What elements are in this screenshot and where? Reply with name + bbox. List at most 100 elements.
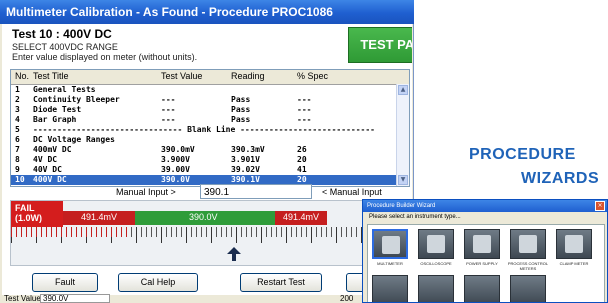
row-title: Diode Test bbox=[33, 105, 82, 114]
row-title: 40V DC bbox=[33, 165, 62, 174]
table-row[interactable]: 4 Bar Graph --- Pass --- bbox=[11, 115, 397, 125]
reading-pointer-icon bbox=[227, 247, 241, 261]
test-grid[interactable]: No. Test Title Test Value Reading % Spec… bbox=[10, 69, 410, 187]
cal-help-button[interactable]: Cal Help bbox=[118, 273, 198, 292]
gauge-high-limit: 491.4mV bbox=[283, 212, 320, 222]
row-spec: 26 bbox=[297, 145, 307, 154]
instrument-tile[interactable] bbox=[418, 275, 454, 302]
row-test-value: 39.00V bbox=[161, 165, 190, 174]
scroll-up-icon[interactable]: ▲ bbox=[398, 85, 408, 95]
row-no: 2 bbox=[15, 95, 20, 104]
instrument-tile[interactable] bbox=[372, 229, 408, 259]
col-test-title[interactable]: Test Title bbox=[33, 71, 69, 81]
restart-test-button[interactable]: Restart Test bbox=[240, 273, 322, 292]
row-test-value: 390.0mV bbox=[161, 145, 195, 154]
row-test-value: 3.900V bbox=[161, 155, 190, 164]
row-spec: 20 bbox=[297, 155, 307, 164]
row-spec: --- bbox=[297, 95, 312, 104]
procedure-wizard-window: Procedure Builder Wizard × Please select… bbox=[362, 199, 608, 303]
row-no: 7 bbox=[15, 145, 20, 154]
clamp-meter-icon bbox=[565, 235, 583, 253]
col-no[interactable]: No. bbox=[15, 71, 29, 81]
row-title: Continuity Bleeper bbox=[33, 95, 120, 104]
table-row[interactable]: 7 400mV DC 390.0mV 390.3mV 26 bbox=[11, 145, 397, 155]
row-test-value: --- bbox=[161, 95, 176, 104]
instrument-tile[interactable] bbox=[372, 275, 408, 302]
row-reading: Pass bbox=[231, 105, 251, 114]
gauge-low-limit: 491.4mV bbox=[81, 212, 118, 222]
row-spec: 41 bbox=[297, 165, 307, 174]
window-client: Test 10 : 400V DC SELECT 400VDC RANGE En… bbox=[2, 24, 412, 303]
cal-help-button-label: Cal Help bbox=[140, 277, 176, 287]
row-no: 3 bbox=[15, 105, 20, 114]
instrument-tile[interactable] bbox=[510, 275, 546, 302]
wizard-title: Procedure Builder Wizard bbox=[363, 200, 607, 212]
row-spec: --- bbox=[297, 105, 312, 114]
fail-indicator: FAIL (1.0W) bbox=[11, 201, 63, 227]
wizard-prompt: Please select an instrument type... bbox=[369, 214, 461, 220]
col-reading[interactable]: Reading bbox=[231, 71, 265, 81]
hero-line-wizards: WIZARDS bbox=[521, 170, 600, 187]
row-title: 4V DC bbox=[33, 155, 58, 164]
row-title: Bar Graph bbox=[33, 115, 77, 124]
window-title: Multimeter Calibration - As Found - Proc… bbox=[0, 0, 414, 24]
row-reading: 3.901V bbox=[231, 155, 260, 164]
row-no: 8 bbox=[15, 155, 20, 164]
row-reading: 39.02V bbox=[231, 165, 260, 174]
table-row[interactable]: 5 ------------------------------- Blank L… bbox=[11, 125, 397, 135]
table-row[interactable]: 9 40V DC 39.00V 39.02V 41 bbox=[11, 165, 397, 175]
fault-button-label: Fault bbox=[54, 277, 75, 287]
manual-input-field[interactable]: 390.1 bbox=[200, 184, 312, 199]
oscilloscope-icon bbox=[427, 235, 445, 253]
table-row[interactable]: 2 Continuity Bleeper --- Pass --- bbox=[11, 95, 397, 105]
gauge-center-value: 390.0V bbox=[189, 212, 218, 222]
table-row[interactable]: 3 Diode Test --- Pass --- bbox=[11, 105, 397, 115]
instrument-tile[interactable] bbox=[510, 229, 546, 259]
multimeter-icon bbox=[382, 236, 400, 254]
fail-sub-label: (1.0W) bbox=[15, 213, 42, 223]
grid-scrollbar[interactable]: ▲ ▼ bbox=[396, 84, 409, 186]
close-icon[interactable]: × bbox=[595, 201, 605, 211]
row-no: 5 bbox=[15, 125, 20, 134]
fail-label: FAIL bbox=[15, 203, 35, 213]
instrument-tile-label: MULTIMETER bbox=[377, 261, 403, 266]
row-title: 400V DC bbox=[33, 175, 67, 184]
fault-button[interactable]: Fault bbox=[32, 273, 98, 292]
restart-test-button-label: Restart Test bbox=[257, 277, 305, 287]
row-no: 4 bbox=[15, 115, 20, 124]
col-spec[interactable]: % Spec bbox=[297, 71, 328, 81]
instrument-tile-area: MULTIMETER OSCILLOSCOPE POWER SUPPLY PROCES… bbox=[367, 224, 605, 302]
row-test-value: 390.0V bbox=[161, 175, 190, 184]
col-test-value[interactable]: Test Value bbox=[161, 71, 202, 81]
row-no: 6 bbox=[15, 135, 20, 144]
manual-input-label-right: < Manual Input bbox=[322, 187, 382, 197]
instrument-tile-label: POWER SUPPLY bbox=[466, 261, 498, 266]
test-passed-badge: TEST PASSED bbox=[348, 27, 412, 63]
instrument-tile-label: CLAMP METER bbox=[559, 261, 589, 266]
row-title: DC Voltage Ranges bbox=[33, 135, 115, 144]
gauge-scale-fail-ticks bbox=[11, 227, 131, 237]
process-meter-icon bbox=[519, 235, 537, 253]
row-reading: Pass bbox=[231, 115, 251, 124]
instrument-tile[interactable] bbox=[556, 229, 592, 259]
hero-line-procedure: PROCEDURE bbox=[469, 146, 576, 163]
instrument-tile[interactable] bbox=[464, 229, 500, 259]
row-test-value: --- bbox=[161, 105, 176, 114]
row-title: General Tests bbox=[33, 85, 96, 94]
scroll-down-icon[interactable]: ▼ bbox=[398, 175, 408, 185]
instrument-tile[interactable] bbox=[464, 275, 500, 302]
status-right: 200 bbox=[340, 294, 354, 303]
instrument-tile-label: PROCESS CONTROL METERS bbox=[507, 261, 549, 271]
power-supply-icon bbox=[473, 235, 491, 253]
row-spec: --- bbox=[297, 115, 312, 124]
row-title: ------------------------------- Blank Li… bbox=[33, 125, 375, 134]
table-row[interactable]: 1 General Tests bbox=[11, 85, 397, 95]
instrument-tile[interactable] bbox=[418, 229, 454, 259]
instrument-tile-label: OSCILLOSCOPE bbox=[420, 261, 452, 266]
manual-input-label: Manual Input > bbox=[116, 187, 176, 197]
row-test-value: --- bbox=[161, 115, 176, 124]
table-row[interactable]: 8 4V DC 3.900V 3.901V 20 bbox=[11, 155, 397, 165]
status-value: 390.0V bbox=[40, 294, 110, 303]
grid-header: No. Test Title Test Value Reading % Spec bbox=[11, 70, 409, 85]
table-row[interactable]: 6 DC Voltage Ranges bbox=[11, 135, 397, 145]
